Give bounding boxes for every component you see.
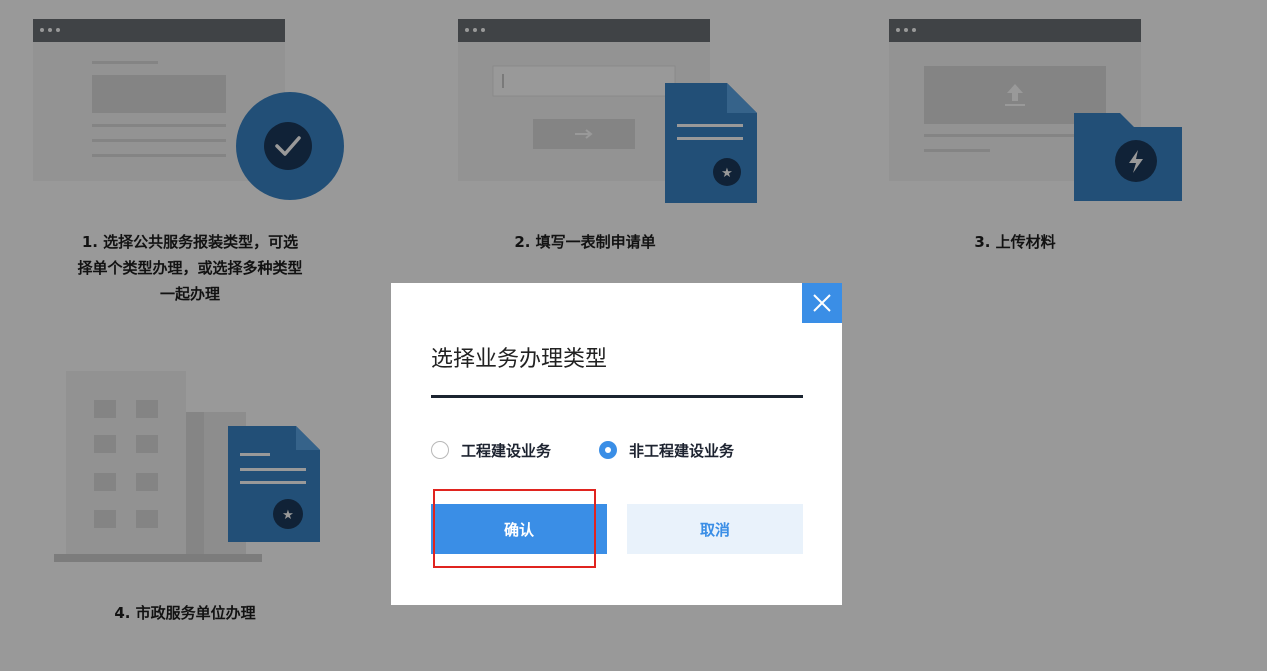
option-construction[interactable]: 工程建设业务 <box>431 436 551 464</box>
dialog-title: 选择业务办理类型 <box>431 347 608 372</box>
option-non-construction[interactable]: 非工程建设业务 <box>599 436 734 464</box>
radio-selected-icon[interactable] <box>599 441 617 459</box>
option-construction-label: 工程建设业务 <box>461 441 552 460</box>
close-button[interactable] <box>802 283 842 323</box>
option-non-construction-label: 非工程建设业务 <box>629 441 735 460</box>
close-icon[interactable] <box>802 283 842 323</box>
highlight-annotation <box>433 489 596 568</box>
title-divider <box>431 395 803 398</box>
radio-unselected-icon[interactable] <box>431 441 449 459</box>
cancel-button[interactable]: 取消 <box>627 504 803 554</box>
